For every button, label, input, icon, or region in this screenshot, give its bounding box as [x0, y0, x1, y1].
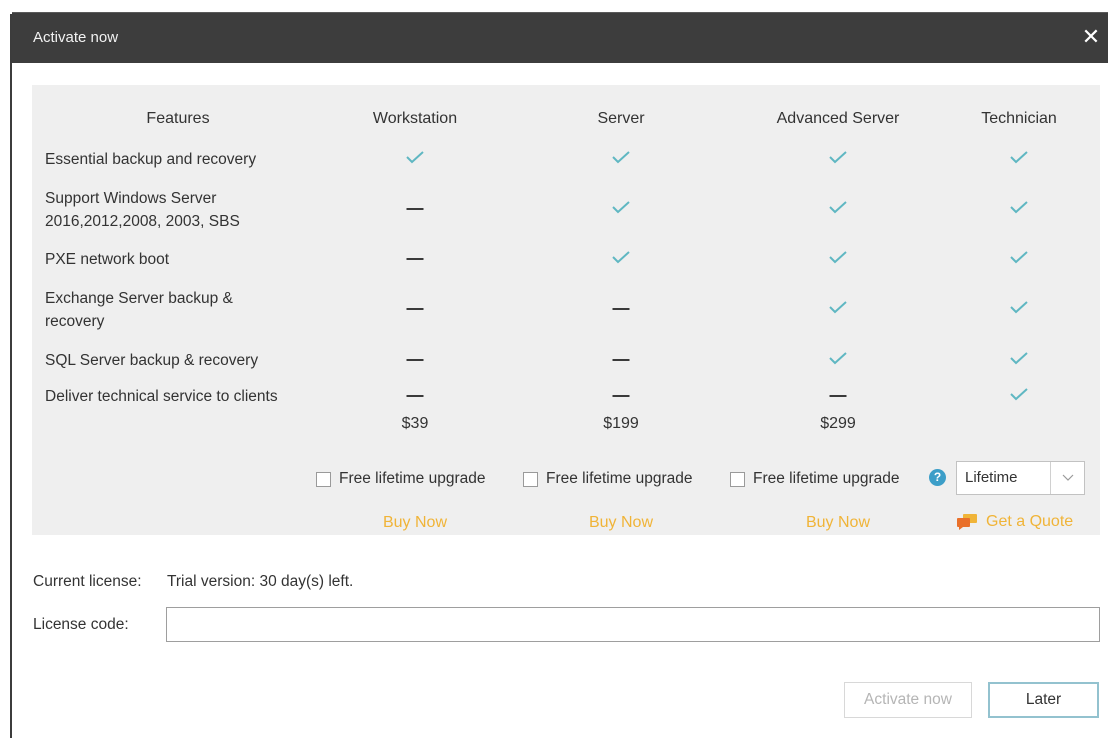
get-a-quote-label: Get a Quote: [986, 513, 1074, 530]
upgrade-label: Free lifetime upgrade: [546, 470, 693, 487]
upgrade-option-server[interactable]: Free lifetime upgrade: [523, 470, 692, 488]
dash-icon: [829, 395, 847, 397]
check-icon: [611, 150, 631, 164]
feature-name: SQL Server backup & recovery: [45, 352, 259, 369]
check-icon: [828, 150, 848, 164]
edition-comparison-panel: Features Workstation Server Advanced Ser…: [32, 85, 1100, 535]
help-icon[interactable]: ?: [929, 469, 946, 486]
header-workstation: Workstation: [372, 110, 458, 127]
check-icon: [828, 300, 848, 314]
check-icon: [1009, 250, 1029, 264]
upgrade-option-workstation[interactable]: Free lifetime upgrade: [316, 470, 485, 488]
get-a-quote-link[interactable]: Get a Quote: [956, 513, 1073, 531]
check-icon: [405, 150, 425, 164]
license-code-input[interactable]: [166, 607, 1100, 642]
close-button[interactable]: ✕: [1078, 24, 1104, 50]
upgrade-option-advanced-server[interactable]: Free lifetime upgrade: [730, 470, 899, 488]
check-icon: [828, 250, 848, 264]
current-license-label: Current license:: [33, 573, 142, 590]
upgrade-checkbox[interactable]: [316, 471, 331, 487]
header-technician: Technician: [981, 110, 1057, 127]
check-icon: [1009, 387, 1029, 401]
dash-icon: [612, 359, 630, 361]
upgrade-checkbox[interactable]: [730, 471, 745, 487]
check-icon: [828, 351, 848, 365]
check-icon: [1009, 351, 1029, 365]
feature-name: Deliver technical service to clients: [45, 388, 278, 405]
dash-icon: [406, 308, 424, 310]
window-frame-top: [0, 0, 1108, 12]
check-icon: [1009, 150, 1029, 164]
header-server: Server: [597, 110, 645, 127]
upgrade-label: Free lifetime upgrade: [753, 470, 900, 487]
license-type-value: Lifetime: [965, 469, 1018, 486]
feature-name: PXE network boot: [45, 251, 170, 268]
upgrade-checkbox[interactable]: [523, 471, 538, 487]
license-code-label: License code:: [33, 616, 129, 633]
license-type-select[interactable]: Lifetime: [956, 461, 1085, 495]
check-icon: [1009, 200, 1029, 214]
check-icon: [611, 250, 631, 264]
dialog-title: Activate now: [33, 29, 119, 46]
dash-icon: [406, 359, 424, 361]
title-bar: Activate now ✕: [12, 13, 1108, 63]
feature-name: Support Windows Server 2016,2012,2008, 2…: [45, 190, 240, 230]
dash-icon: [406, 395, 424, 397]
upgrade-label: Free lifetime upgrade: [339, 470, 486, 487]
price-advanced-server: $299: [820, 415, 856, 432]
later-button[interactable]: Later: [988, 682, 1099, 718]
chevron-down-icon[interactable]: [1050, 462, 1084, 494]
header-advanced-server: Advanced Server: [776, 110, 900, 127]
dash-icon: [406, 208, 424, 210]
dash-icon: [612, 308, 630, 310]
price-workstation: $39: [401, 415, 429, 432]
buy-now-server-link[interactable]: Buy Now: [589, 514, 653, 532]
close-icon: ✕: [1081, 24, 1101, 49]
dash-icon: [612, 395, 630, 397]
header-features: Features: [146, 110, 210, 127]
check-icon: [1009, 300, 1029, 314]
buy-now-workstation-link[interactable]: Buy Now: [383, 514, 447, 532]
feature-name: Exchange Server backup & recovery: [45, 290, 233, 330]
price-server: $199: [603, 415, 639, 432]
activate-now-button[interactable]: Activate now: [844, 682, 972, 718]
feature-name: Essential backup and recovery: [45, 151, 257, 168]
check-icon: [611, 200, 631, 214]
current-license-value: Trial version: 30 day(s) left.: [167, 573, 354, 590]
buy-now-advanced-server-link[interactable]: Buy Now: [806, 514, 870, 532]
dash-icon: [406, 258, 424, 260]
chat-bubbles-icon: [957, 514, 977, 530]
activate-dialog: Activate now ✕ Features Workstation Serv…: [12, 12, 1108, 739]
check-icon: [828, 200, 848, 214]
